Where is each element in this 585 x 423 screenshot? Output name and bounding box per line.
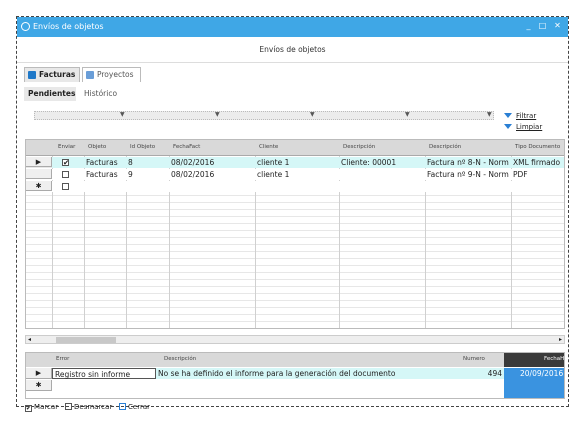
filter-dropdown-icon[interactable]: ▼ xyxy=(215,111,220,118)
new-row[interactable] xyxy=(52,181,564,192)
scroll-thumb[interactable] xyxy=(56,337,116,343)
app-icon xyxy=(21,22,30,31)
column-header-numero[interactable]: Numero xyxy=(463,356,485,362)
filter-bar[interactable]: ▼ ▼ ▼ ▼ ▼ xyxy=(34,111,494,120)
cell-fecha: 08/02/2016 xyxy=(171,170,215,179)
maximize-button[interactable]: □ xyxy=(537,20,548,32)
cell-descripcion: Cliente: 00001 xyxy=(341,158,397,167)
column-header-tipo-documento[interactable]: Tipo Documento xyxy=(515,144,560,150)
cell-fechahora: 20/09/2016 12:49 xyxy=(504,368,564,398)
column-header-descripcion-2[interactable]: Descripción xyxy=(429,144,461,150)
scroll-left-icon[interactable]: ◂ xyxy=(28,336,31,343)
checkbox-checked-icon: ✔ xyxy=(25,405,32,412)
column-header-id-objeto[interactable]: Id Objeto xyxy=(130,144,155,150)
marcar-button[interactable]: ✔ Marcar xyxy=(25,403,58,412)
column-header-descripcion[interactable]: Descripción xyxy=(164,356,196,362)
minimize-button[interactable]: _ xyxy=(523,20,534,32)
tab-facturas[interactable]: Facturas xyxy=(24,67,80,82)
column-header-enviar[interactable]: Enviar xyxy=(58,144,75,150)
column-header-fechafact[interactable]: FechaFact xyxy=(173,144,200,150)
filter-dropdown-icon[interactable]: ▼ xyxy=(405,111,410,118)
filter-dropdown-icon[interactable]: ▼ xyxy=(120,111,125,118)
desmarcar-button[interactable]: Desmarcar xyxy=(65,403,112,411)
scroll-right-icon[interactable]: ▸ xyxy=(559,336,562,343)
title-bar: Envíos de objetos _ □ ✕ xyxy=(17,17,568,37)
main-window: Envíos de objetos _ □ ✕ Envíos de objeto… xyxy=(16,16,569,412)
facturas-icon xyxy=(28,71,36,79)
row-selector[interactable]: ▶ xyxy=(26,368,52,379)
column-header-descripcion[interactable]: Descripción xyxy=(343,144,375,150)
row-selector[interactable] xyxy=(26,169,52,179)
column-header-fechahora[interactable]: FechaHora xyxy=(504,353,564,367)
new-row-marker[interactable]: ✱ xyxy=(26,181,52,191)
new-row-marker[interactable]: ✱ xyxy=(26,380,52,391)
column-header-error[interactable]: Error xyxy=(56,356,69,362)
column-header-objeto[interactable]: Objeto xyxy=(88,144,106,150)
cell-cliente: cliente 1 xyxy=(257,158,290,167)
horizontal-scrollbar[interactable]: ◂ ▸ xyxy=(25,335,565,344)
tab-proyectos[interactable]: Proyectos xyxy=(82,67,141,82)
page-title: Envíos de objetos xyxy=(17,37,568,63)
cell-error[interactable]: Registro sin informe xyxy=(52,368,156,379)
cell-objeto: Facturas xyxy=(86,170,118,179)
close-button[interactable]: ✕ xyxy=(552,20,563,32)
errors-header: Error Descripción Numero FechaHora xyxy=(26,353,564,367)
enviar-checkbox[interactable] xyxy=(62,171,69,178)
cell-tipo: PDF xyxy=(513,170,528,179)
cell-id: 8 xyxy=(128,158,133,167)
cell-id: 9 xyxy=(128,170,133,179)
cell-objeto: Facturas xyxy=(86,158,118,167)
row-selector[interactable]: ▶ xyxy=(26,157,52,167)
checkbox-empty-icon xyxy=(65,403,72,410)
tab-historico[interactable]: Histórico xyxy=(80,87,130,101)
window-title: Envíos de objetos xyxy=(33,22,104,31)
cell-descripcion-2: Factura nº 9-N - Norm xyxy=(427,170,509,179)
enviar-checkbox[interactable] xyxy=(62,183,69,190)
clear-filter-icon xyxy=(504,124,512,129)
cell-error-descripcion: No se ha definido el informe para la gen… xyxy=(156,368,476,379)
cerrar-button[interactable]: Cerrar xyxy=(119,403,150,411)
objects-grid: Enviar Objeto Id Objeto FechaFact Client… xyxy=(25,139,565,329)
table-row[interactable]: Facturas 9 08/02/2016 cliente 1 Factura … xyxy=(52,169,564,180)
enviar-checkbox[interactable]: ✔ xyxy=(62,159,69,166)
errors-grid: Error Descripción Numero FechaHora ▶ Reg… xyxy=(25,352,565,399)
close-door-icon xyxy=(119,403,126,410)
filter-dropdown-icon[interactable]: ▼ xyxy=(310,111,315,118)
grid-header: Enviar Objeto Id Objeto FechaFact Client… xyxy=(26,140,564,156)
proyectos-icon xyxy=(86,71,94,79)
cell-descripcion-2: Factura nº 8-N - Norm xyxy=(427,158,509,167)
cell-cliente: cliente 1 xyxy=(257,170,290,179)
filter-dropdown-icon[interactable]: ▼ xyxy=(487,111,492,118)
table-row[interactable]: ✔ Facturas 8 08/02/2016 cliente 1 Client… xyxy=(52,157,564,168)
filter-icon xyxy=(504,113,512,118)
cell-fecha: 08/02/2016 xyxy=(171,158,215,167)
tab-pendientes[interactable]: Pendientes xyxy=(24,87,76,101)
cell-numero: 494 xyxy=(456,368,504,379)
cell-tipo: XML firmado xyxy=(513,158,561,167)
column-header-cliente[interactable]: Cliente xyxy=(259,144,278,150)
